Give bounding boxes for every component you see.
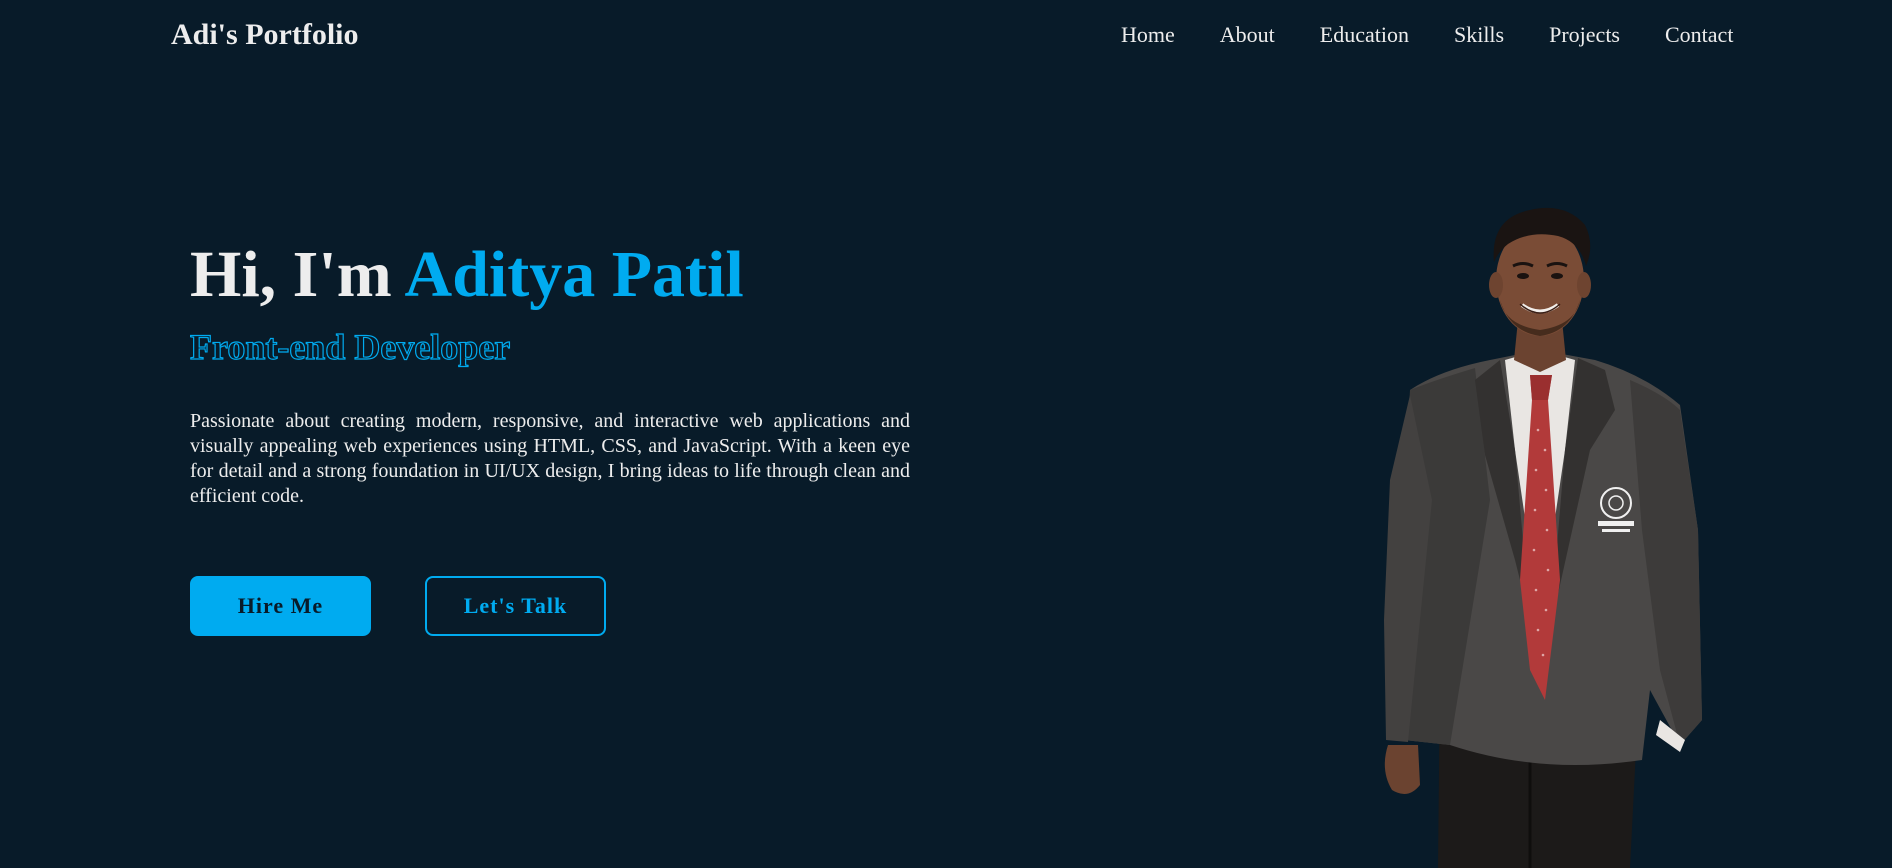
nav-link-home[interactable]: Home <box>1121 22 1175 48</box>
hire-me-button[interactable]: Hire Me <box>190 576 371 636</box>
nav-link-skills[interactable]: Skills <box>1454 22 1504 48</box>
hero-role: Front-end Developer <box>189 326 511 367</box>
site-header: Adi's Portfolio Home About Education Ski… <box>0 0 1892 76</box>
logo-link[interactable]: Adi's Portfolio <box>171 18 359 52</box>
hero-name: Aditya Patil <box>404 238 744 311</box>
nav-link-education[interactable]: Education <box>1320 22 1409 48</box>
nav-link-contact[interactable]: Contact <box>1665 22 1733 48</box>
lets-talk-button[interactable]: Let's Talk <box>425 576 606 636</box>
hero-heading: Hi, I'm Aditya Patil <box>190 235 910 315</box>
hero-greeting: Hi, I'm <box>190 238 405 311</box>
hero-description: Passionate about creating modern, respon… <box>190 410 910 507</box>
hero-button-group: Hire Me Let's Talk <box>190 576 606 636</box>
profile-photo <box>1384 207 1702 868</box>
nav-link-projects[interactable]: Projects <box>1549 22 1620 48</box>
nav-link-about[interactable]: About <box>1220 22 1275 48</box>
main-nav: Home About Education Skills Projects Con… <box>1121 22 1733 48</box>
hero-section: Hi, I'm Aditya Patil Front-end Developer… <box>189 235 910 509</box>
